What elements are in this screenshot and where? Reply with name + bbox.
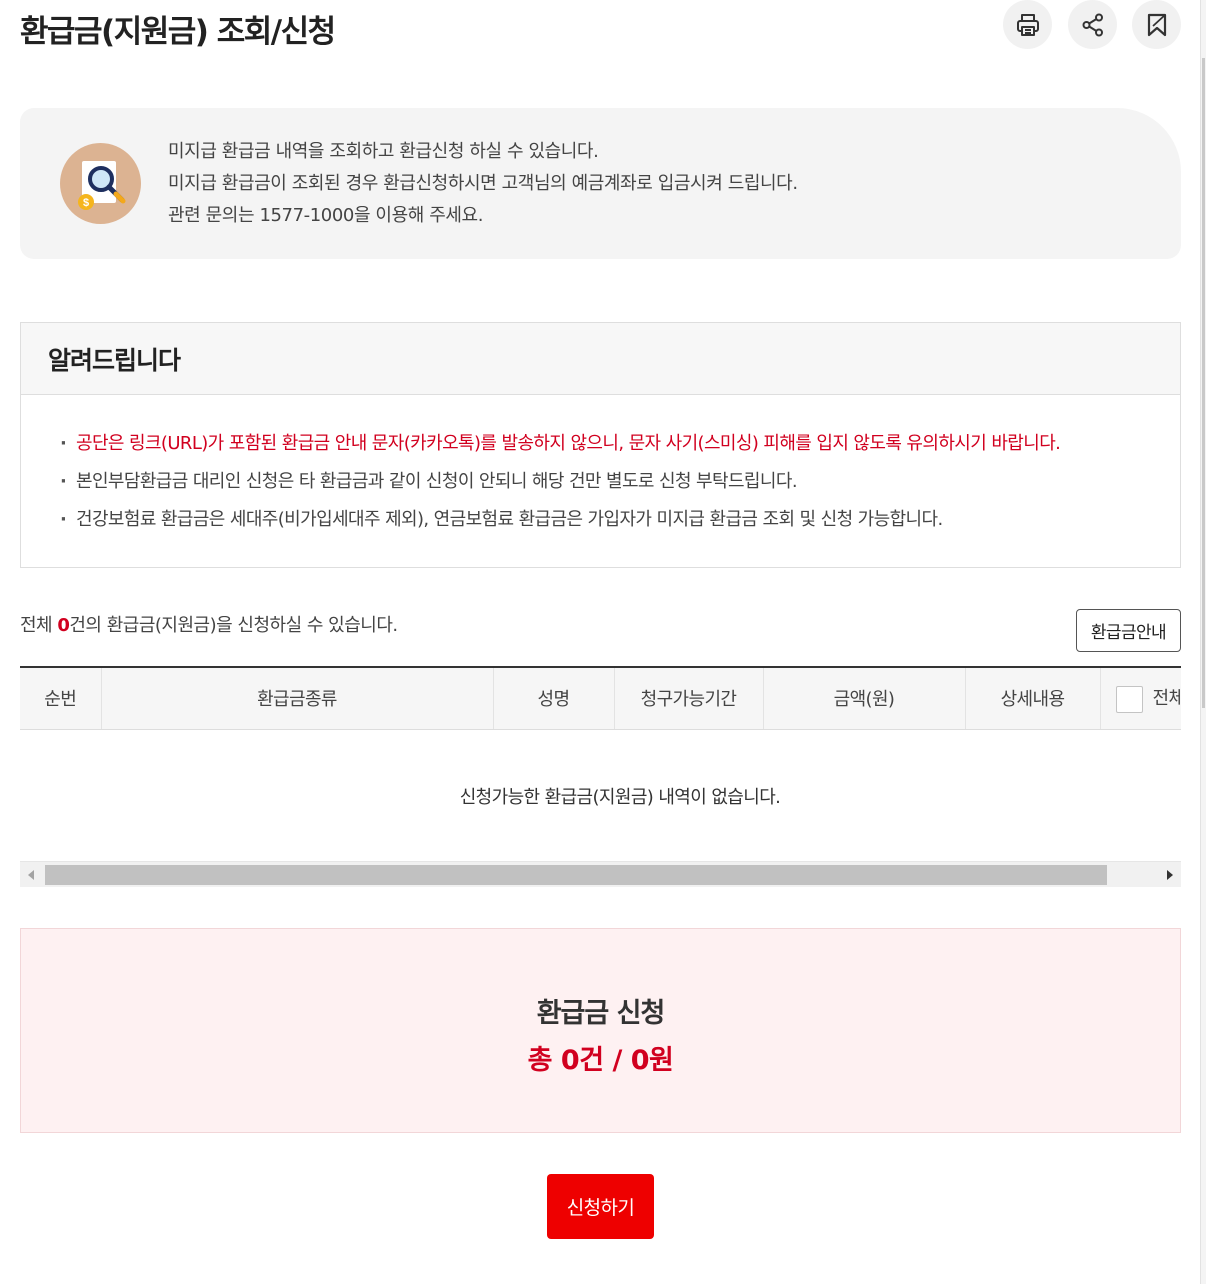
column-header-select-all: 전체 bbox=[1099, 666, 1182, 730]
intro-box: $ 미지급 환급금 내역을 조회하고 환급신청 하실 수 있습니다. 미지급 환… bbox=[20, 108, 1181, 259]
empty-message-text: 신청가능한 환급금(지원금) 내역이 없습니다. bbox=[459, 786, 781, 808]
notice-list: 공단은 링크(URL)가 포함된 환급금 안내 문자(카카오톡)를 발송하지 않… bbox=[21, 395, 1180, 539]
table-empty-message: 신청가능한 환급금(지원금) 내역이 없습니다. bbox=[20, 729, 1181, 862]
column-header-claim-period: 청구가능기간 bbox=[613, 666, 763, 730]
intro-line: 관련 문의는 1577-1000을 이용해 주세요. bbox=[168, 205, 484, 226]
scroll-right-arrow-icon[interactable] bbox=[1157, 862, 1181, 887]
apply-button[interactable]: 신청하기 bbox=[547, 1174, 654, 1239]
select-all-checkbox[interactable] bbox=[1115, 685, 1143, 713]
column-header-name: 성명 bbox=[492, 666, 614, 730]
apply-summary-total: 총 0건 / 0원 bbox=[527, 1045, 674, 1076]
magnifier-document-coin-icon: $ bbox=[60, 143, 141, 224]
page-scrollbar-thumb[interactable] bbox=[1202, 58, 1205, 708]
table-horizontal-scrollbar[interactable] bbox=[20, 861, 1181, 887]
page-vertical-scrollbar[interactable] bbox=[1200, 0, 1206, 1284]
page-title: 환급금(지원금) 조회/신청 bbox=[20, 14, 336, 50]
share-icon bbox=[1082, 13, 1103, 36]
refund-count: 0 bbox=[57, 615, 70, 636]
refund-table-container: 순번 환급금종류 성명 청구가능기간 금액(원) 상세내용 전체 신청가능한 환… bbox=[20, 666, 1181, 862]
intro-line: 미지급 환급금이 조회된 경우 환급신청하시면 고객님의 예금계좌로 입금시켜 … bbox=[168, 173, 798, 194]
notice-box: 알려드립니다 공단은 링크(URL)가 포함된 환급금 안내 문자(카카오톡)를… bbox=[20, 322, 1181, 568]
share-button[interactable] bbox=[1068, 0, 1117, 49]
table-header-row: 순번 환급금종류 성명 청구가능기간 금액(원) 상세내용 전체 bbox=[20, 666, 1182, 730]
bookmark-icon bbox=[1147, 13, 1166, 36]
notice-title: 알려드립니다 bbox=[48, 345, 181, 375]
svg-text:$: $ bbox=[83, 197, 89, 209]
refund-count-summary: 전체 0건의 환급금(지원금)을 신청하실 수 있습니다. bbox=[20, 611, 398, 637]
scroll-left-arrow-icon[interactable] bbox=[20, 862, 44, 887]
column-header-refund-type: 환급금종류 bbox=[100, 666, 493, 730]
intro-text: 미지급 환급금 내역을 조회하고 환급신청 하실 수 있습니다. 미지급 환급금… bbox=[168, 136, 798, 232]
horizontal-scrollbar-thumb[interactable] bbox=[45, 865, 1107, 885]
notice-header: 알려드립니다 bbox=[21, 323, 1180, 395]
column-header-number: 순번 bbox=[20, 666, 101, 730]
notice-item-proxy-application: 본인부담환급금 대리인 신청은 타 환급금과 같이 신청이 안되니 해당 건만 … bbox=[60, 463, 1180, 501]
refund-table: 순번 환급금종류 성명 청구가능기간 금액(원) 상세내용 전체 신청가능한 환… bbox=[20, 666, 1181, 862]
printer-icon bbox=[1016, 13, 1039, 36]
refund-guide-button[interactable]: 환급금안내 bbox=[1076, 609, 1181, 652]
table-empty-row: 신청가능한 환급금(지원금) 내역이 없습니다. bbox=[20, 729, 1181, 862]
column-header-amount: 금액(원) bbox=[762, 666, 965, 730]
summary-suffix: 건의 환급금(지원금)을 신청하실 수 있습니다. bbox=[69, 615, 398, 636]
select-all-label[interactable]: 전체 bbox=[1153, 688, 1182, 709]
apply-summary-title: 환급금 신청 bbox=[536, 998, 666, 1029]
print-button[interactable] bbox=[1003, 0, 1052, 49]
page-header: 환급금(지원금) 조회/신청 bbox=[20, 0, 1181, 56]
notice-item-smishing-warning: 공단은 링크(URL)가 포함된 환급금 안내 문자(카카오톡)를 발송하지 않… bbox=[60, 425, 1180, 463]
notice-item-eligibility: 건강보험료 환급금은 세대주(비가입세대주 제외), 연금보험료 환급금은 가입… bbox=[60, 501, 1180, 539]
summary-prefix: 전체 bbox=[20, 615, 58, 636]
intro-line: 미지급 환급금 내역을 조회하고 환급신청 하실 수 있습니다. bbox=[168, 141, 599, 162]
column-header-details: 상세내용 bbox=[964, 666, 1100, 730]
apply-summary-box: 환급금 신청 총 0건 / 0원 bbox=[20, 928, 1181, 1133]
bookmark-button[interactable] bbox=[1132, 0, 1181, 49]
